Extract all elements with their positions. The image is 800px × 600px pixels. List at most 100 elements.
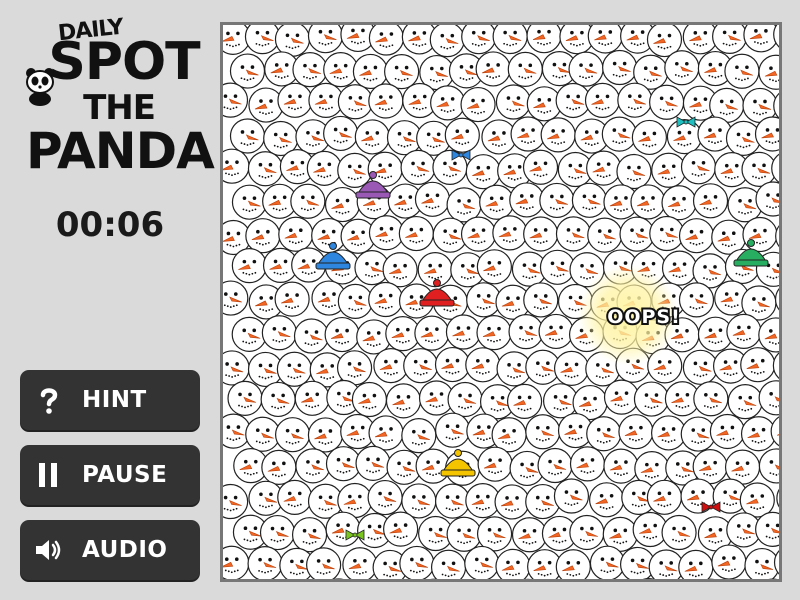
snowman-head [274,417,311,453]
snowman-head [477,446,513,482]
snowman-head [399,545,435,579]
snowman-head [553,478,590,514]
snowman-head [277,82,313,118]
snowman-head [324,316,360,353]
snowman-head [244,25,281,55]
snowman-crowd[interactable]: OOPS! [223,25,779,579]
snowman-head [248,87,284,123]
snowman-head [724,53,760,89]
snowman-head [337,152,373,188]
snowman-head [740,416,777,452]
snowman-head [307,25,344,54]
snowman-head [542,383,579,419]
snowman-head [712,25,748,55]
snowman-head [494,484,530,520]
sidebar: DAILY SPOT THE PANDA 00:06 HINT PAUSE AU… [0,0,220,600]
snowman-head [774,288,779,311]
snowman-head [619,216,655,252]
snowman-head [589,545,626,579]
snowman-head [367,479,403,516]
snowman-head [415,448,451,484]
snowman-head [553,350,590,386]
snowman-head [758,380,779,416]
snowman-head [368,415,404,451]
snowman-head [491,417,527,453]
snowman-head [476,315,512,351]
snowman-head [511,517,548,553]
snowman-head [368,215,405,251]
snowman-head [726,313,762,349]
snowman-head [247,151,284,187]
snowman-head [772,352,779,380]
snowman-head [382,252,418,288]
snowman-head [555,216,592,252]
pause-icon [39,463,57,487]
snowman-head [261,449,297,485]
snowman-head [771,153,779,183]
snowman-head [229,53,266,89]
snowman-head [741,151,777,187]
snowman-head [308,82,344,118]
snowman-head [245,218,281,254]
snowman-head [447,381,483,418]
audio-button[interactable]: AUDIO [20,520,200,580]
hint-button[interactable]: HINT [20,370,200,430]
game-board[interactable]: OOPS! [220,22,782,582]
snowman-head [324,186,361,223]
snowman-head [776,488,779,508]
snowman-head [354,119,390,155]
snowman-head [430,549,467,579]
snowman-head [709,413,746,450]
pause-button[interactable]: PAUSE [20,445,200,505]
snowman-head [507,51,543,87]
snowman-head [292,52,328,88]
snowman-head [446,516,482,552]
snowman-head [537,447,573,484]
snowman-head [475,51,511,87]
snowman-head [568,51,604,87]
snowman-head [231,184,268,220]
snowman-head [403,348,439,384]
snowman-head [291,517,328,553]
snowman-head [325,446,362,482]
snowman-head [630,184,666,220]
snowman-head [351,381,388,418]
snowman-head [384,53,420,90]
snowman-head [337,84,373,120]
snowman-head [465,154,501,190]
snowman-head [259,514,296,551]
snowman-head [293,318,330,354]
snowman-head [247,546,283,579]
snowman-head [464,545,500,579]
snowman-head [460,86,496,123]
snowman-head [368,25,405,56]
snowman-head [444,117,480,153]
snowman-head [586,150,622,186]
snowman-head [525,414,561,450]
snowman-head [661,514,697,551]
snowman-head [223,350,250,386]
snowman-head [584,82,621,119]
snowman-head [617,82,653,118]
snowman-head [678,218,715,254]
snowman-head [223,280,249,316]
snowman-head [773,25,779,48]
snowman-head [711,544,747,579]
snowman-head [373,347,409,384]
snowman-head [661,185,697,221]
snowman-head [430,85,466,121]
snowman-head [540,117,576,153]
snowman-head [277,479,313,515]
snowman-head [229,118,266,154]
snowman-head [758,54,779,90]
snowman-head [603,379,640,415]
snowman-head [461,25,497,55]
timer-display: 00:06 [55,205,165,245]
snowman-head [727,384,763,420]
hint-label: HINT [82,387,147,413]
snowman-head [476,516,513,552]
snowman-head [306,150,342,186]
snowman-head [295,448,331,484]
snowman-head [744,547,779,579]
snowman-head [758,317,779,353]
